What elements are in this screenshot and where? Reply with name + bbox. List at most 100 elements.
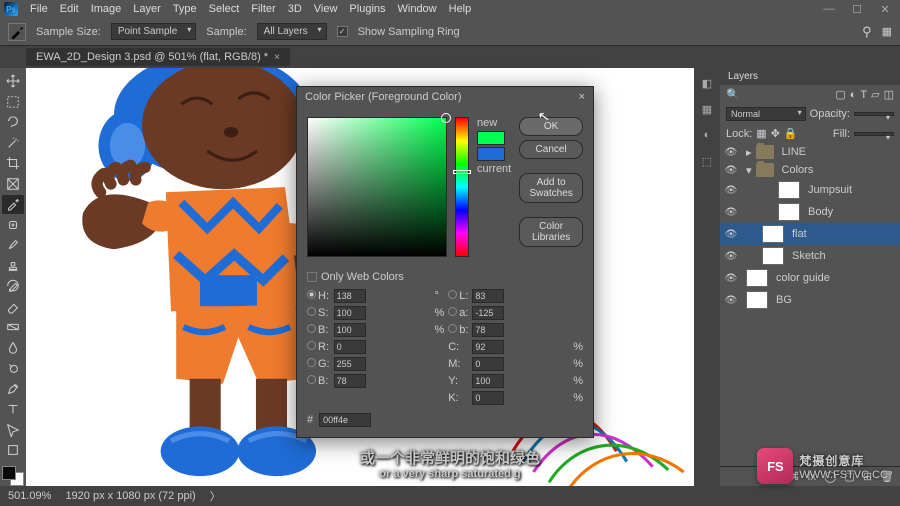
blend-mode-dropdown[interactable]: Normal xyxy=(726,107,806,121)
opacity-field[interactable] xyxy=(854,112,894,116)
filter-pixel-icon[interactable]: ▢ xyxy=(835,88,845,101)
gradient-tool-icon[interactable] xyxy=(2,318,24,337)
layer-row[interactable]: 👁▾Colors xyxy=(720,161,900,179)
add-swatches-button[interactable]: Add to Swatches xyxy=(519,173,583,203)
c-field[interactable] xyxy=(472,340,504,354)
menu-window[interactable]: Window xyxy=(398,3,437,15)
folder-toggle-icon[interactable]: ▸ xyxy=(746,146,752,159)
menu-plugins[interactable]: Plugins xyxy=(349,3,385,15)
menu-view[interactable]: View xyxy=(314,3,338,15)
search-icon[interactable]: ⚲ xyxy=(862,24,872,40)
menu-select[interactable]: Select xyxy=(209,3,240,15)
menu-help[interactable]: Help xyxy=(449,3,472,15)
bv-radio[interactable] xyxy=(307,324,316,333)
lasso-tool-icon[interactable] xyxy=(2,113,24,132)
frame-tool-icon[interactable] xyxy=(2,175,24,194)
hex-field[interactable] xyxy=(319,413,371,427)
saturation-value-field[interactable] xyxy=(307,117,447,257)
wand-tool-icon[interactable] xyxy=(2,134,24,153)
g-radio[interactable] xyxy=(307,358,316,367)
pen-tool-icon[interactable] xyxy=(2,380,24,399)
menu-edit[interactable]: Edit xyxy=(60,3,79,15)
layer-name[interactable]: BG xyxy=(776,294,792,306)
brush-tool-icon[interactable] xyxy=(2,236,24,255)
swatches-panel-icon[interactable]: ▦ xyxy=(698,100,716,118)
k-field[interactable] xyxy=(472,391,504,405)
healing-tool-icon[interactable] xyxy=(2,216,24,235)
y-field[interactable] xyxy=(472,374,504,388)
folder-toggle-icon[interactable]: ▾ xyxy=(746,164,752,177)
only-web-checkbox[interactable] xyxy=(307,272,317,282)
a-field[interactable] xyxy=(472,306,504,320)
bb-radio[interactable] xyxy=(307,375,316,384)
foreground-background-swatch[interactable] xyxy=(2,466,24,486)
sv-cursor[interactable] xyxy=(441,113,451,123)
document-tab[interactable]: EWA_2D_Design 3.psd @ 501% (flat, RGB/8)… xyxy=(26,48,290,66)
crop-tool-icon[interactable] xyxy=(2,154,24,173)
eyedropper-tool-icon[interactable] xyxy=(2,195,24,214)
layer-row[interactable]: 👁 Jumpsuit xyxy=(720,179,900,201)
h-radio[interactable] xyxy=(307,290,316,299)
menu-filter[interactable]: Filter xyxy=(251,3,275,15)
b-field[interactable] xyxy=(472,323,504,337)
window-maximize-icon[interactable]: ☐ xyxy=(846,3,868,16)
adjustments-panel-icon[interactable]: ◐ xyxy=(698,126,716,144)
l-radio[interactable] xyxy=(448,290,457,299)
path-tool-icon[interactable] xyxy=(2,421,24,440)
menu-image[interactable]: Image xyxy=(91,3,122,15)
history-brush-icon[interactable] xyxy=(2,277,24,296)
close-tab-icon[interactable]: × xyxy=(274,52,280,63)
m-field[interactable] xyxy=(472,357,504,371)
visibility-toggle-icon[interactable]: 👁 xyxy=(724,183,738,197)
fill-field[interactable] xyxy=(854,132,894,136)
visibility-toggle-icon[interactable]: 👁 xyxy=(724,249,738,263)
show-ring-checkbox[interactable]: ✓ xyxy=(337,26,348,37)
layer-row[interactable]: 👁Body xyxy=(720,201,900,223)
hue-slider[interactable] xyxy=(455,117,469,257)
layer-thumbnail[interactable] xyxy=(778,203,800,221)
status-chevron-icon[interactable]: 〉 xyxy=(210,488,221,504)
layer-thumbnail[interactable] xyxy=(778,181,800,199)
cancel-button[interactable]: Cancel xyxy=(519,140,583,159)
filter-shape-icon[interactable]: ▱ xyxy=(871,88,879,101)
h-field[interactable] xyxy=(334,289,366,303)
visibility-toggle-icon[interactable]: 👁 xyxy=(724,227,738,241)
a-radio[interactable] xyxy=(448,307,457,316)
sample-dropdown[interactable]: All Layers xyxy=(257,23,327,40)
bb-field[interactable] xyxy=(334,374,366,388)
filter-type-icon[interactable]: T xyxy=(860,89,867,101)
l-field[interactable] xyxy=(472,289,504,303)
bv-field[interactable] xyxy=(334,323,366,337)
layer-thumbnail[interactable] xyxy=(762,225,784,243)
layer-name[interactable]: flat xyxy=(792,228,807,240)
s-field[interactable] xyxy=(334,306,366,320)
layer-name[interactable]: color guide xyxy=(776,272,830,284)
filter-smart-icon[interactable]: ◫ xyxy=(884,88,894,101)
visibility-toggle-icon[interactable]: 👁 xyxy=(724,145,738,159)
visibility-toggle-icon[interactable]: 👁 xyxy=(724,271,738,285)
visibility-toggle-icon[interactable]: 👁 xyxy=(724,163,738,177)
blur-tool-icon[interactable] xyxy=(2,339,24,358)
r-radio[interactable] xyxy=(307,341,316,350)
layer-name[interactable]: Jumpsuit xyxy=(808,184,852,196)
color-panel-icon[interactable]: ◧ xyxy=(698,74,716,92)
libraries-panel-icon[interactable]: ⬚ xyxy=(698,152,716,170)
foreground-color-swatch[interactable] xyxy=(2,466,16,480)
filter-adjust-icon[interactable]: ◐ xyxy=(850,89,857,101)
layer-name[interactable]: Sketch xyxy=(792,250,826,262)
lock-all-icon[interactable]: 🔒 xyxy=(784,127,798,140)
marquee-tool-icon[interactable] xyxy=(2,93,24,112)
workspace-icon[interactable]: ▦ xyxy=(882,25,892,38)
eyedropper-tool-icon[interactable] xyxy=(8,23,26,41)
layer-name[interactable]: LINE xyxy=(782,146,806,158)
layer-thumbnail[interactable] xyxy=(746,269,768,287)
s-radio[interactable] xyxy=(307,307,316,316)
menu-3d[interactable]: 3D xyxy=(288,3,302,15)
window-minimize-icon[interactable]: — xyxy=(818,3,840,16)
layer-filter-icon[interactable]: 🔍 xyxy=(726,88,740,101)
eraser-tool-icon[interactable] xyxy=(2,298,24,317)
layer-thumbnail[interactable] xyxy=(762,247,784,265)
r-field[interactable] xyxy=(334,340,366,354)
visibility-toggle-icon[interactable]: 👁 xyxy=(724,293,738,307)
g-field[interactable] xyxy=(334,357,366,371)
